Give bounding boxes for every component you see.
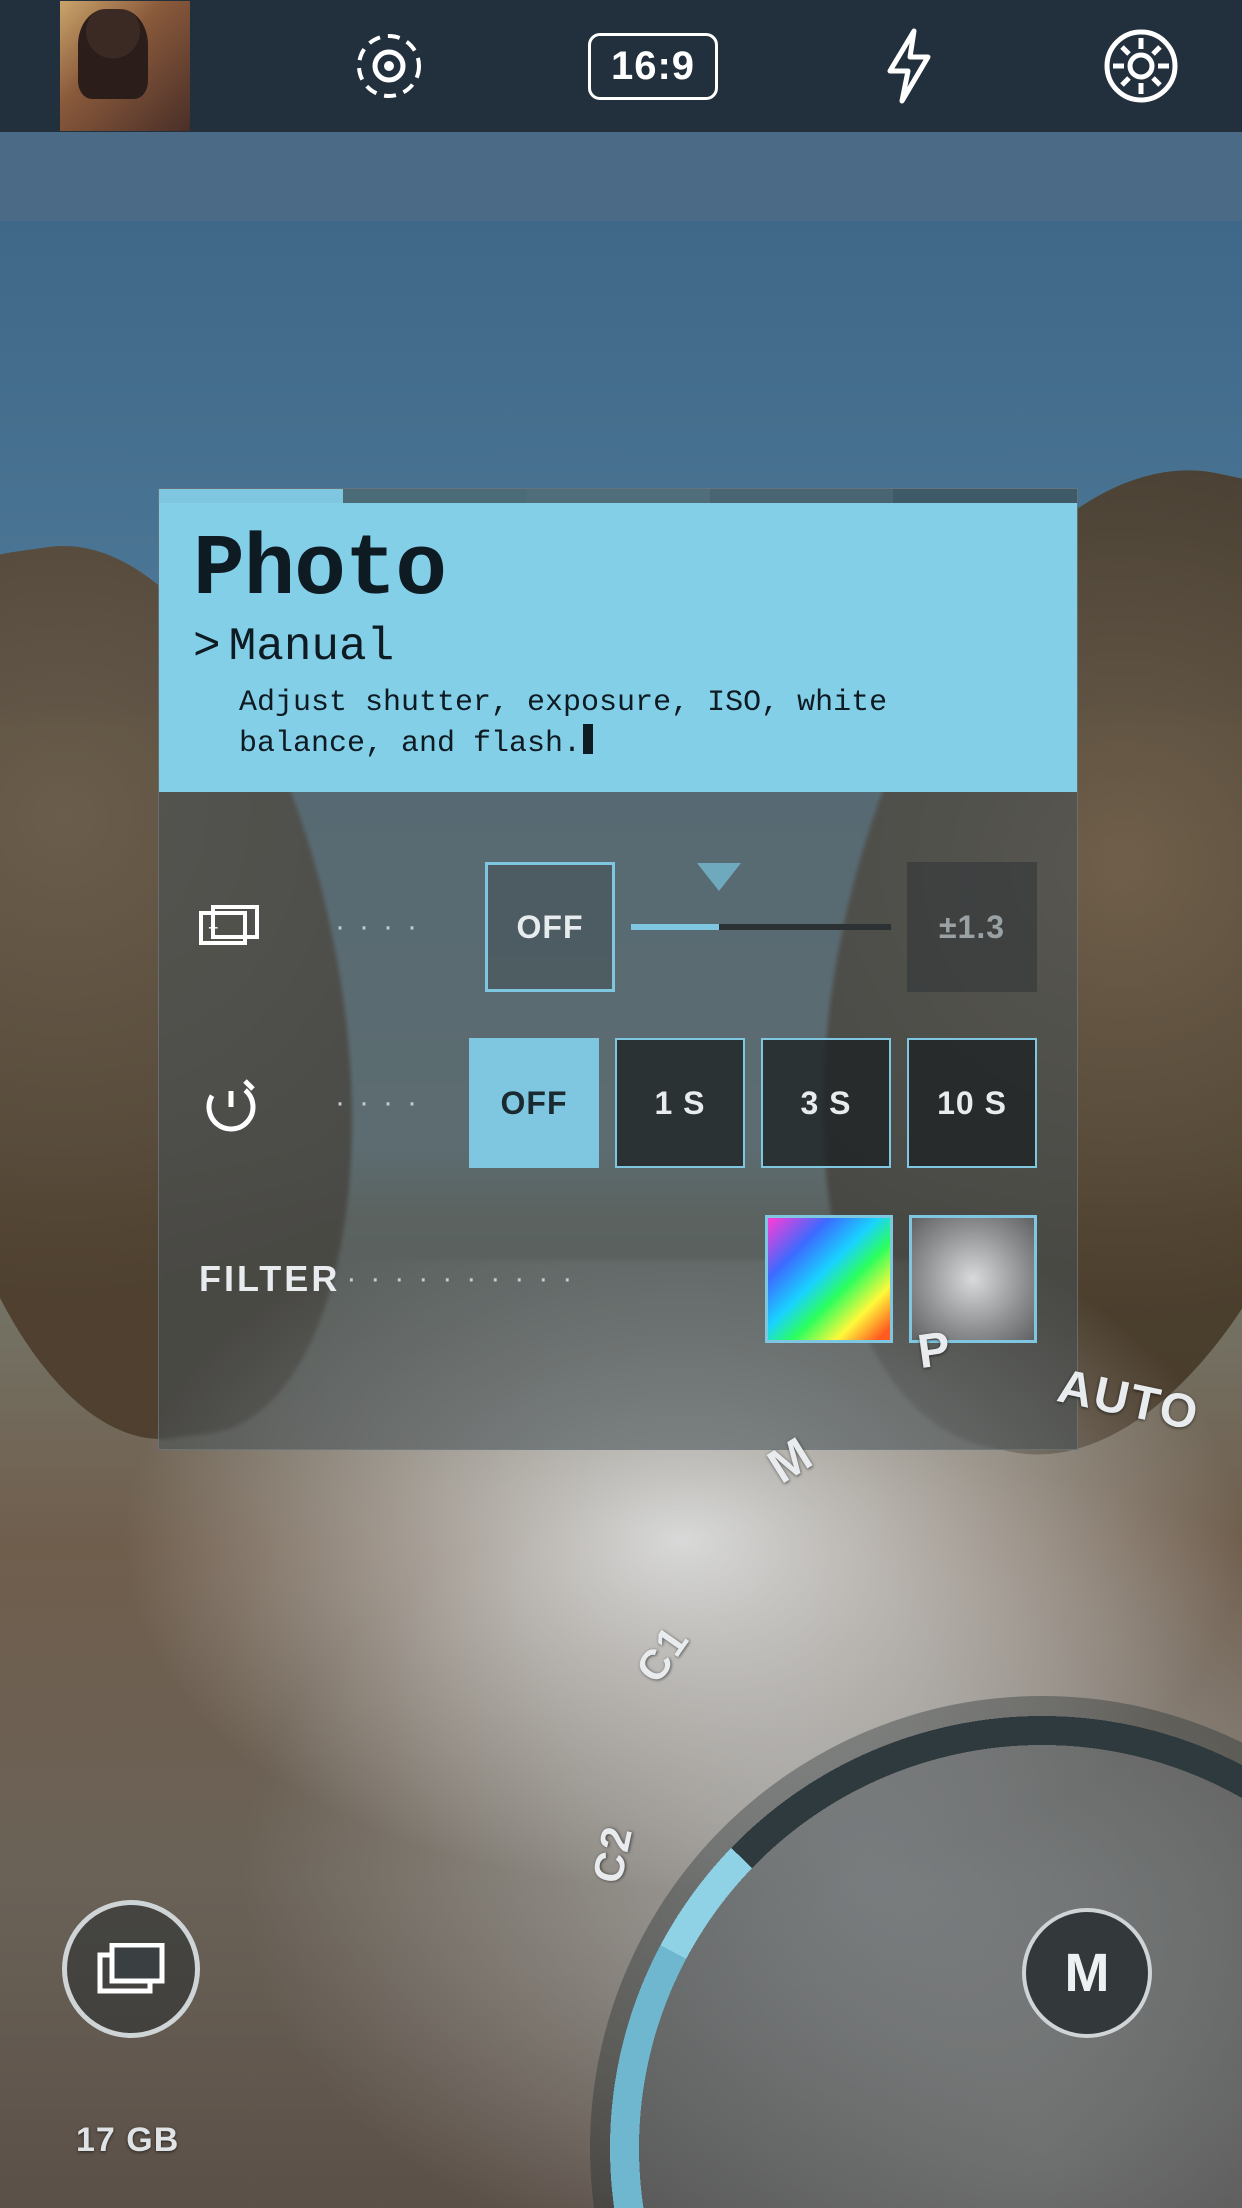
last-photo-thumbnail[interactable] xyxy=(60,1,190,131)
flash-button[interactable] xyxy=(878,27,940,105)
timer-option-off[interactable]: OFF xyxy=(469,1038,599,1168)
current-mode-badge[interactable]: M xyxy=(1022,1908,1152,2038)
settings-button[interactable] xyxy=(1100,25,1182,107)
exposure-bracket-row: + ···· OFF ±1.3 xyxy=(199,862,1037,992)
bracket-off-button[interactable]: OFF xyxy=(485,862,615,992)
gear-icon xyxy=(1100,25,1182,107)
timer-option-1s[interactable]: 1 S xyxy=(615,1038,745,1168)
timer-option-3s[interactable]: 3 S xyxy=(761,1038,891,1168)
svg-text:+: + xyxy=(208,918,219,938)
timer-row: ···· OFF 1 S 3 S 10 S xyxy=(199,1038,1037,1168)
flash-icon xyxy=(878,27,940,105)
camera-viewport: 16:9 Photo xyxy=(0,0,1242,2208)
timer-icon xyxy=(199,1071,329,1135)
gallery-icon xyxy=(96,1943,166,1995)
filter-row: FILTER ·········· xyxy=(199,1214,1037,1344)
mode-tab-strip[interactable] xyxy=(159,489,1077,503)
mode-header: Photo > Manual Adjust shutter, exposure,… xyxy=(159,503,1077,792)
filter-color-button[interactable] xyxy=(765,1215,893,1343)
exposure-bracket-icon: + xyxy=(199,903,329,951)
bracket-slider[interactable] xyxy=(631,897,891,957)
mode-description: Adjust shutter, exposure, ISO, white bal… xyxy=(239,686,887,761)
bracket-range-button[interactable]: ±1.3 xyxy=(907,862,1037,992)
top-toolbar: 16:9 xyxy=(0,0,1242,132)
target-icon xyxy=(350,27,428,105)
aspect-ratio-button[interactable]: 16:9 xyxy=(588,33,718,100)
storage-remaining: 17 GB xyxy=(76,2121,179,2160)
prompt-chevron: > xyxy=(193,621,221,673)
slider-pointer-icon xyxy=(697,863,741,891)
gallery-button[interactable] xyxy=(62,1900,200,2038)
focus-mode-button[interactable] xyxy=(350,27,428,105)
aspect-ratio-label: 16:9 xyxy=(611,44,695,89)
mode-category: Photo xyxy=(193,521,1043,619)
filter-label: FILTER xyxy=(199,1258,340,1300)
mode-name: Manual xyxy=(229,621,395,673)
text-cursor xyxy=(583,724,593,754)
mode-panel: Photo > Manual Adjust shutter, exposure,… xyxy=(158,488,1078,1450)
timer-option-10s[interactable]: 10 S xyxy=(907,1038,1037,1168)
